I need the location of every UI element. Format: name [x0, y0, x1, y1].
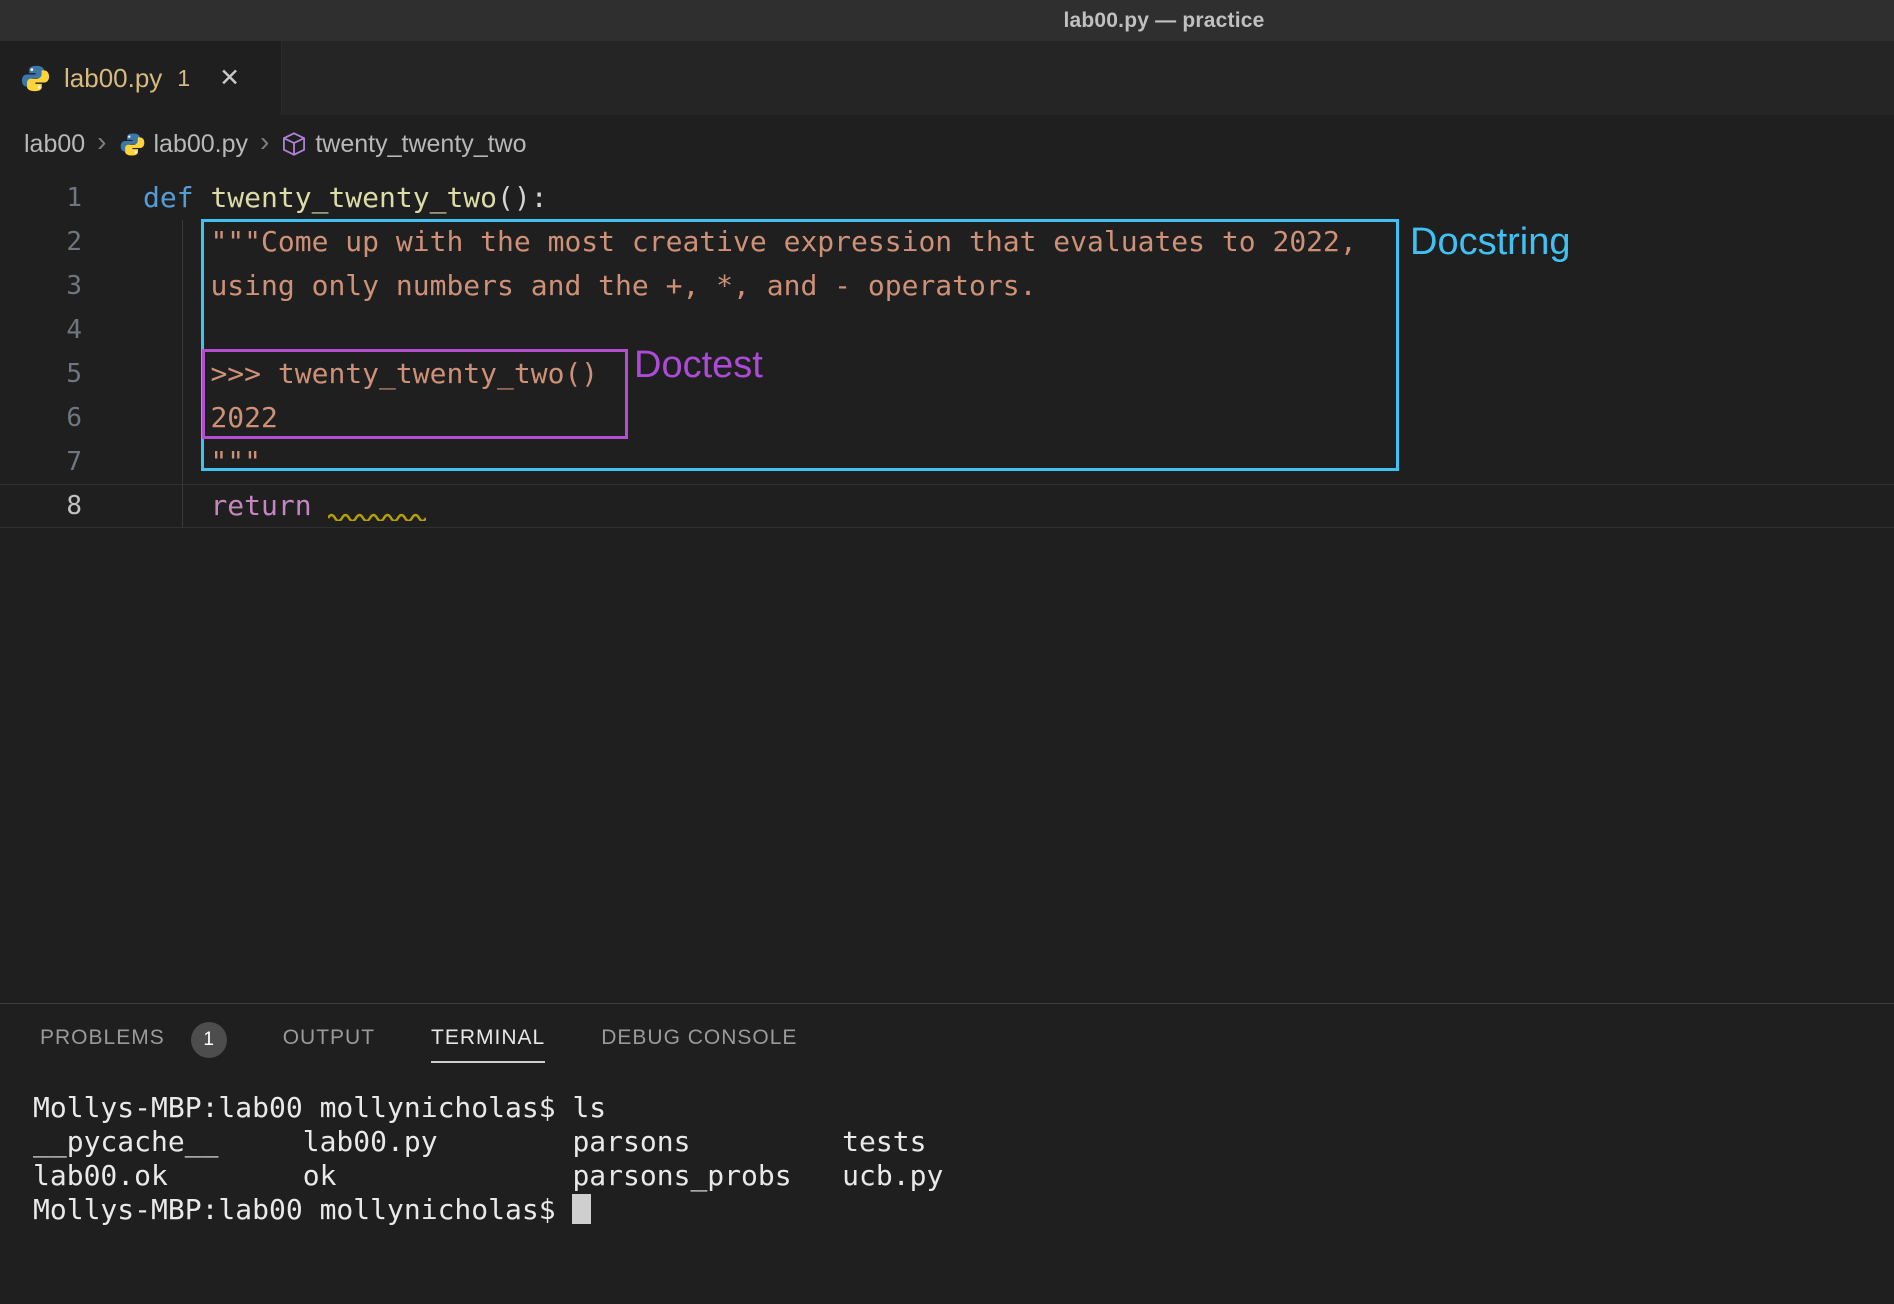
code-token: 2022	[210, 401, 277, 434]
code-line-2[interactable]: 2 """Come up with the most creative expr…	[0, 220, 1894, 264]
line-number[interactable]: 3	[0, 264, 82, 308]
code-token	[143, 401, 210, 434]
code-token: """Come up with the most creative expres…	[210, 225, 1356, 258]
breadcrumb-file-label: lab00.py	[154, 130, 249, 159]
panel-tab-debug-console[interactable]: DEBUG CONSOLE	[601, 1026, 797, 1063]
line-text	[82, 308, 143, 352]
terminal-line: lab00.ok ok parsons_probs ucb.py	[33, 1159, 1894, 1193]
chevron-right-icon: ›	[97, 128, 106, 160]
docstring-annotation-label: Docstring	[1410, 221, 1571, 264]
panel-tab-label: DEBUG CONSOLE	[601, 1026, 797, 1050]
panel-tab-output[interactable]: OUTPUT	[283, 1026, 375, 1063]
code-lines: 1def twenty_twenty_two():2 """Come up wi…	[0, 176, 1894, 528]
terminal-output[interactable]: Mollys-MBP:lab00 mollynicholas$ ls__pyca…	[33, 1091, 1894, 1227]
line-number[interactable]: 7	[0, 440, 82, 484]
bottom-panel: PROBLEMS1OUTPUTTERMINALDEBUG CONSOLE Mol…	[0, 1003, 1894, 1304]
code-token	[143, 225, 210, 258]
code-line-7[interactable]: 7 """	[0, 440, 1894, 484]
indent-guide	[182, 220, 183, 528]
symbol-namespace-icon	[281, 131, 307, 157]
panel-tab-label: PROBLEMS	[40, 1026, 165, 1050]
panel-tab-label: TERMINAL	[431, 1026, 545, 1050]
python-icon	[119, 131, 146, 158]
code-line-1[interactable]: 1def twenty_twenty_two():	[0, 176, 1894, 220]
code-line-4[interactable]: 4	[0, 308, 1894, 352]
code-line-5[interactable]: 5 >>> twenty_twenty_two()	[0, 352, 1894, 396]
code-token: def	[143, 181, 210, 214]
panel-tab-terminal[interactable]: TERMINAL	[431, 1026, 545, 1063]
line-number[interactable]: 5	[0, 352, 82, 396]
line-number[interactable]: 4	[0, 308, 82, 352]
warning-squiggle-icon	[328, 511, 426, 521]
code-token: ():	[497, 181, 548, 214]
code-line-3[interactable]: 3 using only numbers and the +, *, and -…	[0, 264, 1894, 308]
terminal-line-text: Mollys-MBP:lab00 mollynicholas$ ls	[33, 1091, 606, 1124]
code-line-8[interactable]: 8 return	[0, 484, 1894, 528]
tab-lab00py[interactable]: lab00.py 1 ✕	[0, 41, 282, 115]
breadcrumb-symbol-label: twenty_twenty_two	[315, 130, 526, 159]
terminal-line: Mollys-MBP:lab00 mollynicholas$	[33, 1193, 1894, 1227]
terminal-cursor	[572, 1194, 591, 1224]
terminal-line-text: Mollys-MBP:lab00 mollynicholas$	[33, 1193, 572, 1226]
panel-tab-label: OUTPUT	[283, 1026, 375, 1050]
line-text: >>> twenty_twenty_two()	[82, 352, 598, 396]
panel-tab-problems[interactable]: PROBLEMS1	[40, 1026, 227, 1063]
code-token: using only numbers and the +, *, and - o…	[210, 269, 1036, 302]
line-number[interactable]: 1	[0, 176, 82, 220]
tab-problems-count: 1	[177, 65, 190, 92]
line-text: using only numbers and the +, *, and - o…	[82, 264, 1036, 308]
line-number[interactable]: 6	[0, 396, 82, 440]
doctest-annotation-label: Doctest	[634, 344, 763, 387]
line-text: """Come up with the most creative expres…	[82, 220, 1357, 264]
breadcrumb-item-symbol[interactable]: twenty_twenty_two	[281, 130, 526, 159]
breadcrumb: lab00 › lab00.py › twenty_twenty_two	[0, 115, 1894, 173]
code-token	[143, 489, 210, 522]
tab-label: lab00.py	[64, 63, 162, 94]
line-text: """	[82, 440, 261, 484]
tab-close-icon[interactable]: ✕	[219, 66, 240, 91]
python-icon	[20, 63, 51, 94]
panel-tabs: PROBLEMS1OUTPUTTERMINALDEBUG CONSOLE	[0, 1004, 1894, 1063]
code-token	[143, 357, 210, 390]
code-editor[interactable]: 1def twenty_twenty_two():2 """Come up wi…	[0, 173, 1894, 1003]
editor-tabstrip: lab00.py 1 ✕	[0, 41, 1894, 115]
terminal-line: __pycache__ lab00.py parsons tests	[33, 1125, 1894, 1159]
terminal-line-text: lab00.ok ok parsons_probs ucb.py	[33, 1159, 943, 1192]
line-text: return	[82, 485, 426, 527]
line-text: 2022	[82, 396, 278, 440]
line-number[interactable]: 2	[0, 220, 82, 264]
breadcrumb-item-file[interactable]: lab00.py	[119, 130, 249, 159]
line-text: def twenty_twenty_two():	[82, 176, 548, 220]
window-title: lab00.py — practice	[1063, 9, 1264, 33]
breadcrumb-item-folder[interactable]: lab00	[24, 130, 85, 159]
chevron-right-icon: ›	[260, 128, 269, 160]
terminal-line-text: __pycache__ lab00.py parsons tests	[33, 1125, 926, 1158]
breadcrumb-folder-label: lab00	[24, 130, 85, 159]
code-line-6[interactable]: 6 2022	[0, 396, 1894, 440]
code-token: """	[143, 445, 261, 478]
problems-count-badge: 1	[191, 1022, 227, 1058]
line-number[interactable]: 8	[0, 485, 82, 527]
code-token: twenty_twenty_two	[210, 181, 497, 214]
code-token	[143, 269, 210, 302]
code-token: return	[210, 489, 328, 522]
window-titlebar: lab00.py — practice	[0, 0, 1894, 41]
code-token: >>> twenty_twenty_two()	[210, 357, 598, 390]
terminal-line: Mollys-MBP:lab00 mollynicholas$ ls	[33, 1091, 1894, 1125]
